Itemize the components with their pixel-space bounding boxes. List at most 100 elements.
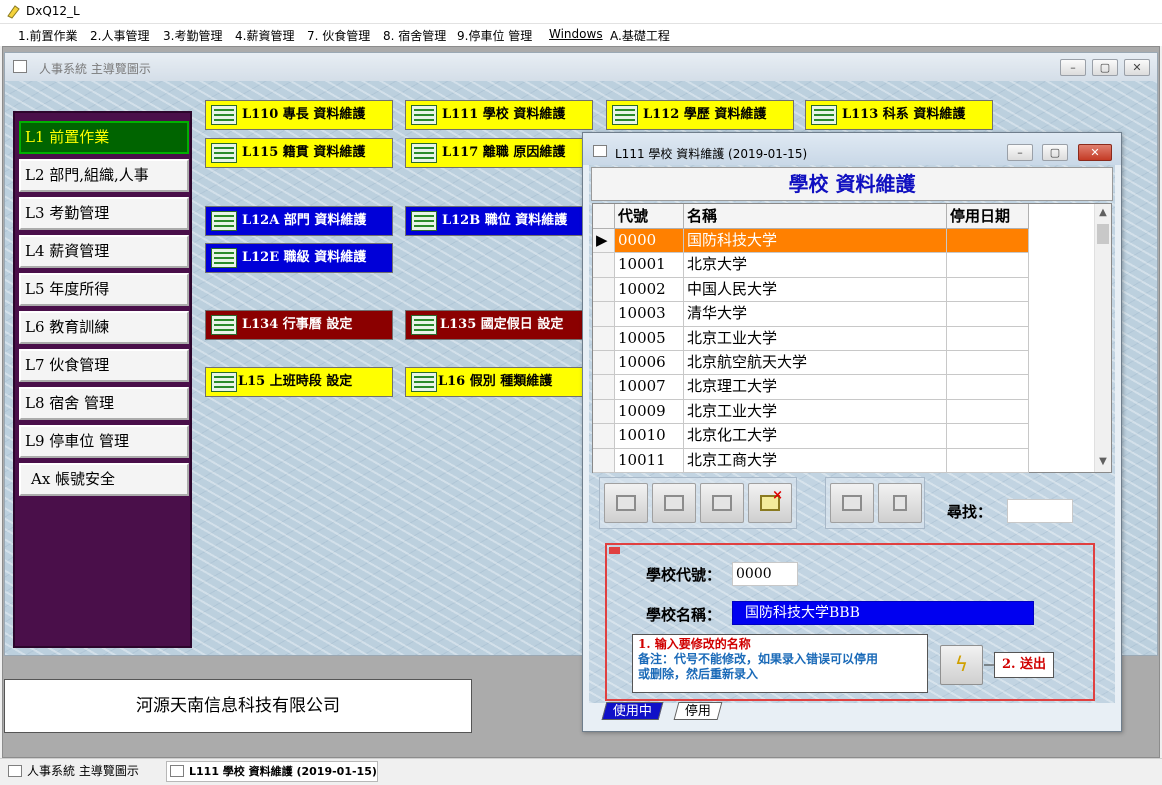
nav-l4-salary[interactable]: L4 薪資管理 — [19, 235, 189, 268]
nav-l7-meals[interactable]: L7 伙食管理 — [19, 349, 189, 382]
collapse-icon[interactable] — [609, 547, 620, 554]
menu-item-salary[interactable]: 4.薪資管理 — [235, 27, 294, 44]
menu-item-base[interactable]: A.基礎工程 — [610, 27, 670, 44]
table-row[interactable]: 10010 北京化工大学 — [593, 424, 1029, 449]
menu-item-meals[interactable]: 7. 伙食管理 — [307, 27, 370, 44]
cell-disable-date — [947, 326, 1029, 351]
task-school-dialog[interactable]: L111 學校 資料維護 (2019-01-15) — [166, 761, 378, 782]
table-row[interactable]: 10006 北京航空航天大学 — [593, 351, 1029, 376]
table-row[interactable]: 10007 北京理工大学 — [593, 375, 1029, 400]
tip-line-3: 或删除，然后重新录入 — [638, 667, 759, 681]
app-title: DxQ12_L — [26, 4, 80, 18]
nav-l9-parking[interactable]: L9 停車位 管理 — [19, 425, 189, 458]
module-icon — [211, 143, 237, 163]
cell-disable-date — [947, 448, 1029, 473]
menu-item-hr[interactable]: 2.人事管理 — [90, 27, 149, 44]
cell-disable-date — [947, 253, 1029, 278]
nav-l1-pre-work[interactable]: L1 前置作業 — [19, 121, 189, 154]
main-nav-title: 人事系統 主導覽圖示 — [39, 62, 151, 76]
dialog-maximize-button[interactable]: ▢ — [1042, 144, 1068, 161]
row-indicator — [593, 302, 615, 327]
cell-name: 北京航空航天大学 — [684, 351, 947, 376]
table-row[interactable]: 10003 清华大学 — [593, 302, 1029, 327]
tab-disabled[interactable]: 停用 — [673, 702, 723, 720]
tab-active[interactable]: 使用中 — [601, 702, 664, 720]
lightning-icon: ϟ — [954, 652, 969, 676]
dialog-close-button[interactable]: ✕ — [1078, 144, 1112, 161]
module-l115[interactable]: L115 籍貫 資料維護 — [205, 138, 393, 168]
module-l12a[interactable]: L12A 部門 資料維護 — [205, 206, 393, 236]
module-l15[interactable]: L15 上班時段 設定 — [205, 367, 393, 397]
grid-vertical-scrollbar[interactable]: ▲ ▼ — [1094, 204, 1111, 472]
menu-item-parking[interactable]: 9.停車位 管理 — [457, 27, 532, 44]
add-record-button[interactable] — [604, 483, 648, 523]
module-icon — [211, 248, 237, 268]
window-icon — [8, 765, 22, 777]
window-icon — [170, 765, 184, 777]
cell-code: 10005 — [615, 326, 684, 351]
exit-button[interactable] — [878, 483, 922, 523]
cell-name: 国防科技大学 — [684, 229, 947, 254]
task-main-nav[interactable]: 人事系統 主導覽圖示 — [4, 761, 140, 782]
table-row[interactable]: 10009 北京工业大学 — [593, 399, 1029, 425]
grid-header-date[interactable]: 停用日期 — [947, 204, 1029, 229]
scroll-thumb[interactable] — [1097, 224, 1109, 244]
school-code-field[interactable]: 0000 — [732, 562, 798, 586]
menu-item-dorm[interactable]: 8. 宿舍管理 — [383, 27, 446, 44]
cell-code: 10002 — [615, 277, 684, 303]
module-l111[interactable]: L111 學校 資料維護 — [405, 100, 593, 130]
nav-ax-security[interactable]: Ax 帳號安全 — [19, 463, 189, 496]
school-grid[interactable]: 代號 名稱 停用日期 ▶ 0000 国防科技大学 10001 北京大学 10002 中国人民… — [592, 203, 1112, 473]
window-icon — [593, 145, 607, 157]
menu-item-attendance[interactable]: 3.考勤管理 — [163, 27, 222, 44]
menu-item-windows[interactable]: Windows — [549, 27, 603, 41]
cell-disable-date — [947, 424, 1029, 449]
submit-button[interactable]: ϟ — [940, 645, 983, 685]
cell-name: 北京工业大学 — [684, 399, 947, 425]
search-input[interactable] — [1007, 499, 1073, 523]
scroll-down-icon[interactable]: ▼ — [1095, 456, 1111, 467]
cell-name: 北京工商大学 — [684, 448, 947, 473]
app-logo-icon — [7, 5, 20, 19]
row-indicator — [593, 253, 615, 278]
nav-l8-dorm[interactable]: L8 宿舍 管理 — [19, 387, 189, 420]
print-button[interactable] — [830, 483, 874, 523]
module-l134[interactable]: L134 行事曆 設定 — [205, 310, 393, 340]
nav-l6-training[interactable]: L6 教育訓練 — [19, 311, 189, 344]
dialog-minimize-button[interactable]: – — [1007, 144, 1033, 161]
table-row[interactable]: 10005 北京工业大学 — [593, 326, 1029, 351]
module-l112[interactable]: L112 學歷 資料維護 — [606, 100, 794, 130]
module-l117[interactable]: L117 離職 原因維護 — [405, 138, 585, 168]
module-l113[interactable]: L113 科系 資料維護 — [805, 100, 993, 130]
module-l110[interactable]: L110 專長 資料維護 — [205, 100, 393, 130]
module-l16[interactable]: L16 假別 種類維護 — [405, 367, 585, 397]
cell-name: 中国人民大学 — [684, 277, 947, 303]
delete-record-button[interactable]: × — [748, 483, 792, 523]
maximize-button[interactable]: ▢ — [1092, 59, 1118, 76]
scroll-up-icon[interactable]: ▲ — [1095, 207, 1111, 218]
module-l12b[interactable]: L12B 職位 資料維護 — [405, 206, 585, 236]
table-row[interactable]: 10001 北京大学 — [593, 253, 1029, 278]
close-button[interactable]: ✕ — [1124, 59, 1150, 76]
nav-l5-income[interactable]: L5 年度所得 — [19, 273, 189, 306]
nav-l2-org[interactable]: L2 部門,組織,人事 — [19, 159, 189, 192]
edit-toolbar: × — [599, 477, 797, 529]
module-l12e[interactable]: L12E 職級 資料維護 — [205, 243, 393, 273]
table-row[interactable]: ▶ 0000 国防科技大学 — [593, 229, 1029, 254]
disable-record-button[interactable] — [700, 483, 744, 523]
school-name-field[interactable]: 国防科技大学BBB — [732, 601, 1034, 625]
search-label: 尋找： — [947, 503, 993, 521]
module-l135[interactable]: L135 國定假日 設定 — [405, 310, 585, 340]
menu-item-pre-work[interactable]: 1.前置作業 — [18, 27, 77, 44]
nav-l3-attendance[interactable]: L3 考勤管理 — [19, 197, 189, 230]
cell-name: 北京化工大学 — [684, 424, 947, 449]
cell-code: 10010 — [615, 424, 684, 449]
table-row[interactable]: 10002 中国人民大学 — [593, 277, 1029, 303]
school-code-label: 學校代號： — [646, 566, 722, 584]
cell-code: 10009 — [615, 399, 684, 425]
edit-record-button[interactable] — [652, 483, 696, 523]
minimize-button[interactable]: – — [1060, 59, 1086, 76]
table-row[interactable]: 10011 北京工商大学 — [593, 448, 1029, 473]
grid-header-code[interactable]: 代號 — [615, 204, 684, 229]
grid-header-name[interactable]: 名稱 — [684, 204, 947, 229]
